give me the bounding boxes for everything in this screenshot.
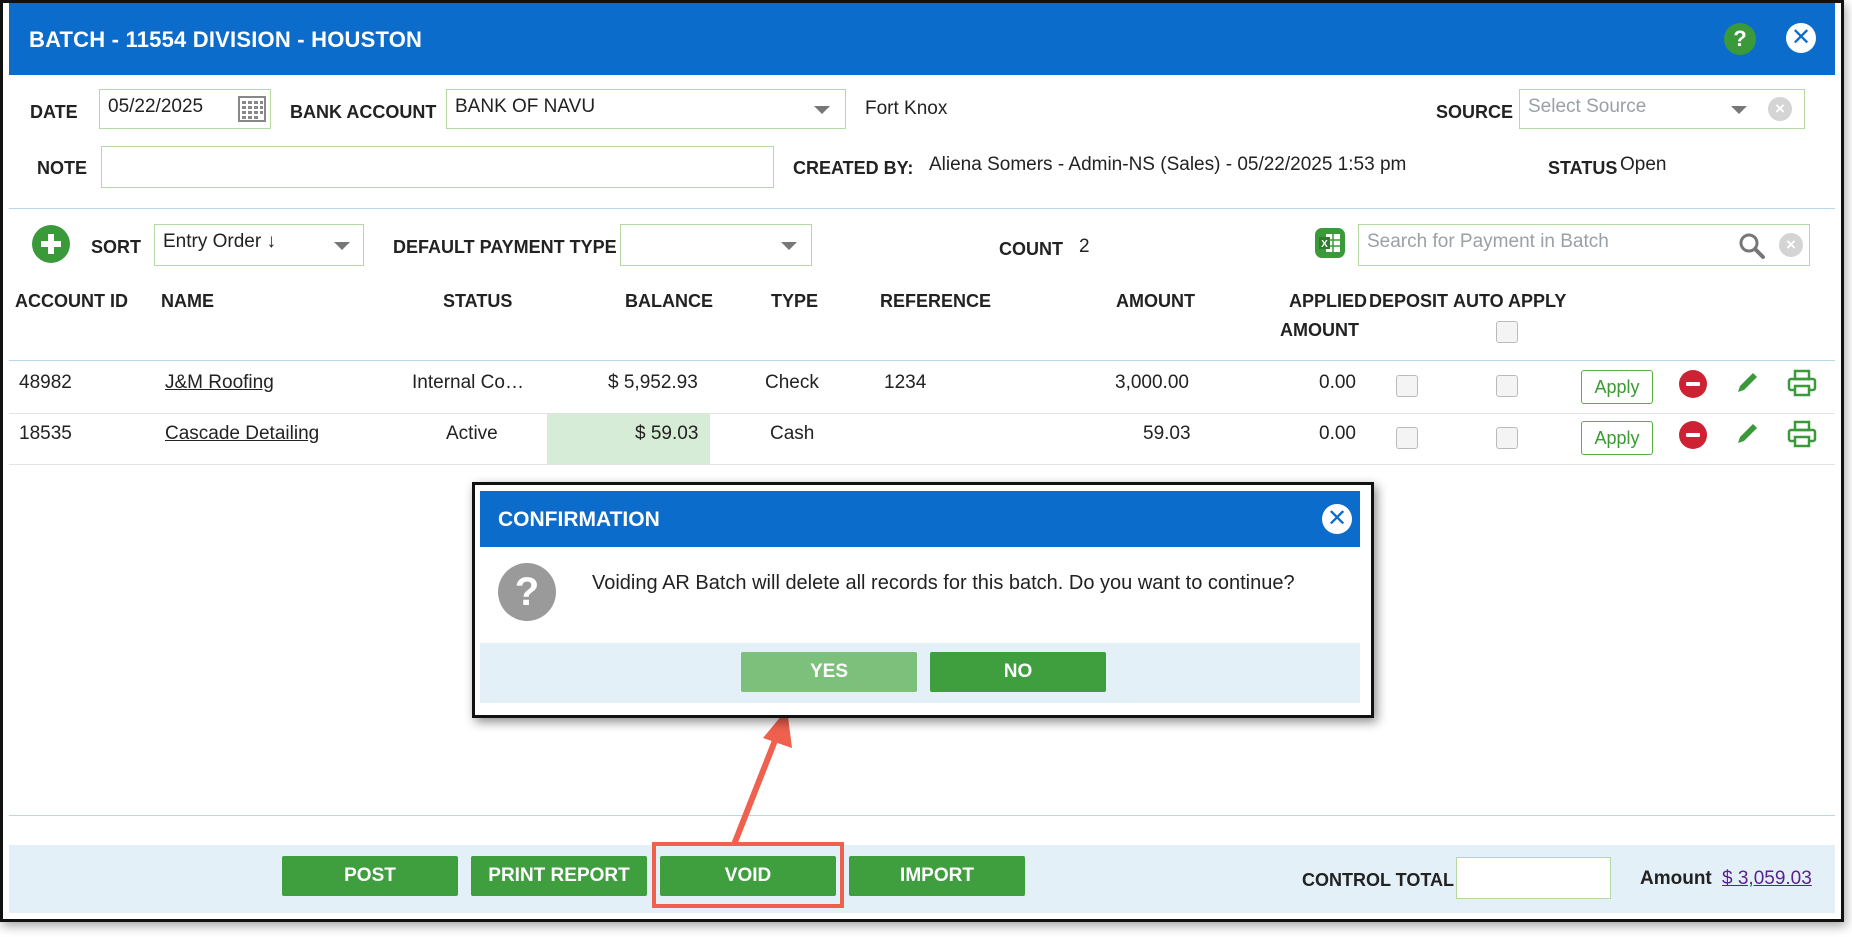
confirmation-dialog: CONFIRMATION ✕ ? Voiding AR Batch will d… — [472, 482, 1374, 718]
dialog-footer — [480, 643, 1360, 703]
no-button[interactable]: NO — [930, 652, 1106, 692]
yes-button[interactable]: YES — [741, 652, 917, 692]
annotation-arrow — [732, 709, 792, 845]
dialog-title: CONFIRMATION — [498, 508, 660, 531]
close-icon[interactable]: ✕ — [1322, 504, 1352, 534]
question-icon: ? — [498, 563, 556, 621]
dialog-header: CONFIRMATION ✕ — [480, 491, 1360, 547]
batch-window: BATCH - 11554 DIVISION - HOUSTON ? ✕ DAT… — [0, 0, 1844, 922]
dialog-message: Voiding AR Batch will delete all records… — [592, 572, 1295, 594]
